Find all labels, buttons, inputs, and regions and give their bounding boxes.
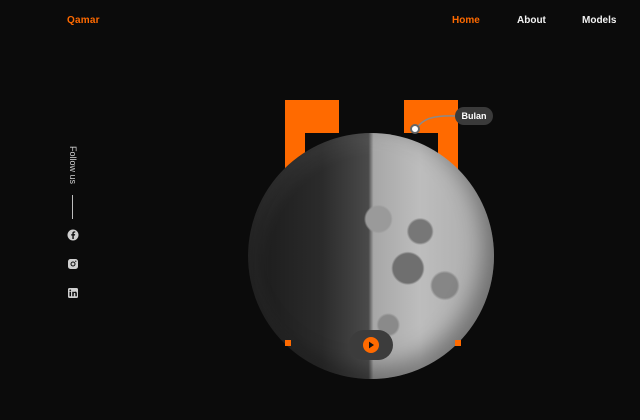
map-pin[interactable] <box>410 124 420 134</box>
hero: Bulan <box>0 0 640 420</box>
callout-label[interactable]: Bulan <box>455 107 493 125</box>
accent-shape-bottom-left <box>285 340 291 346</box>
play-icon <box>369 341 374 349</box>
accent-shape-bottom-right <box>455 340 461 346</box>
play-button-container[interactable] <box>349 330 393 360</box>
